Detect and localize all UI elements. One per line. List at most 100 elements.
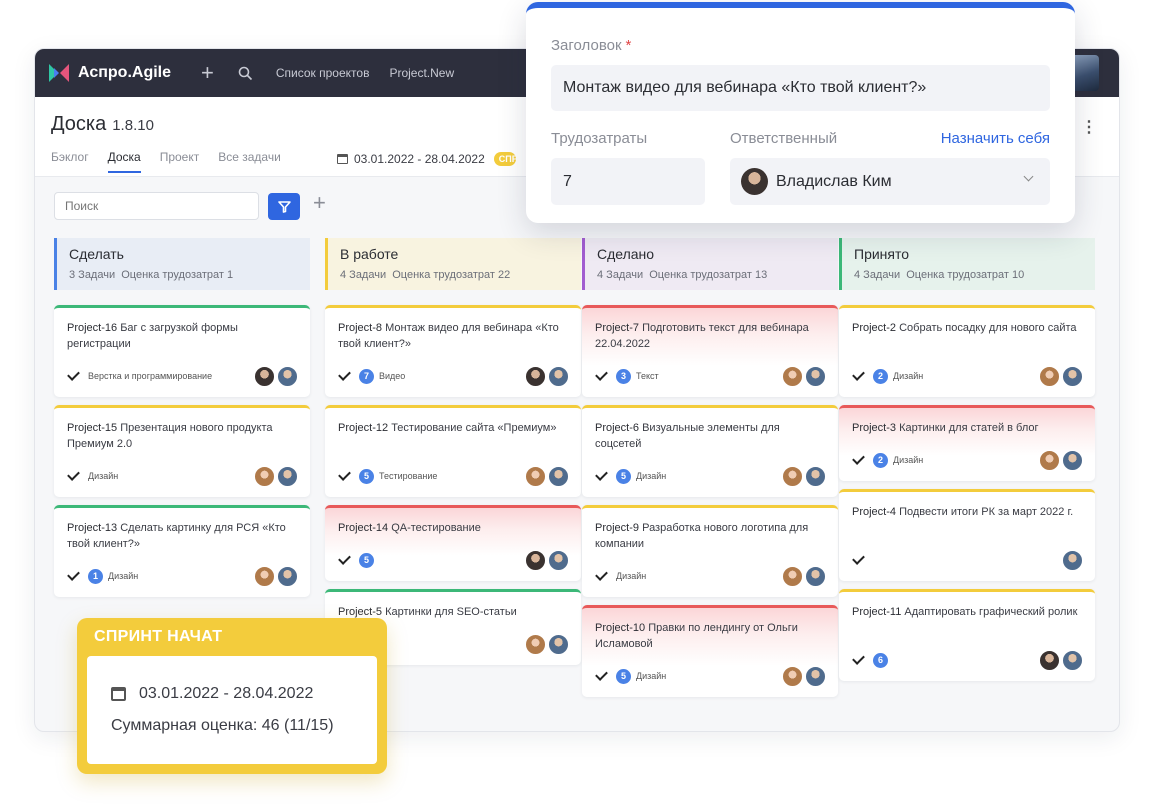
task-id: Project-13 — [67, 522, 118, 534]
avatar[interactable] — [548, 365, 569, 387]
nav-project-new[interactable]: Project.New — [389, 66, 454, 80]
avatar[interactable] — [1062, 649, 1083, 671]
task-card[interactable]: Project-6 Визуальные элементы для соцсет… — [582, 405, 838, 497]
column-title: В работе — [340, 246, 399, 262]
avatar[interactable] — [548, 549, 569, 571]
task-tag: Видео — [379, 371, 406, 381]
avatar[interactable] — [254, 565, 275, 587]
avatar[interactable] — [548, 633, 569, 655]
task-card[interactable]: Project-11 Адаптировать графический роли… — [839, 589, 1095, 681]
search-icon[interactable] — [238, 66, 253, 81]
avatar[interactable] — [805, 565, 826, 587]
avatar[interactable] — [525, 465, 546, 487]
more-options-icon[interactable]: ⋮ — [1081, 117, 1097, 137]
task-card[interactable]: Project-10 Правки по лендингу от Ольги И… — [582, 605, 838, 697]
task-card[interactable]: Project-15 Презентация нового продукта П… — [54, 405, 310, 497]
task-card[interactable]: Project-8 Монтаж видео для вебинара «Кто… — [325, 305, 581, 397]
task-footer: 7 Видео — [337, 365, 569, 387]
avatar[interactable] — [277, 365, 298, 387]
check-icon[interactable] — [852, 652, 865, 665]
task-card[interactable]: Project-14 QA-тестирование 5 — [325, 505, 581, 581]
check-icon[interactable] — [338, 368, 351, 381]
avatar[interactable] — [805, 665, 826, 687]
avatar[interactable] — [1039, 365, 1060, 387]
add-icon[interactable]: + — [201, 62, 214, 84]
add-column-button[interactable]: + — [313, 192, 326, 214]
assign-self-link[interactable]: Назначить себя — [941, 130, 1050, 147]
title-input[interactable]: Монтаж видео для вебинара «Кто твой клие… — [551, 65, 1050, 111]
tab-board[interactable]: Доска — [107, 150, 141, 173]
task-title: Project-3 Картинки для статей в блог — [839, 408, 1095, 436]
tab-all-tasks[interactable]: Все задачи — [218, 150, 281, 173]
estimate-badge: 2 — [873, 452, 888, 468]
avatar[interactable] — [1062, 549, 1083, 571]
task-card[interactable]: Project-12 Тестирование сайта «Премиум» 5… — [325, 405, 581, 497]
page-title-text: Доска — [51, 113, 107, 135]
assignee-avatars — [523, 549, 569, 571]
avatar[interactable] — [782, 465, 803, 487]
check-icon[interactable] — [338, 468, 351, 481]
avatar[interactable] — [254, 465, 275, 487]
avatar[interactable] — [805, 365, 826, 387]
avatar[interactable] — [277, 565, 298, 587]
check-icon[interactable] — [67, 568, 80, 581]
task-card[interactable]: Project-16 Баг с загрузкой формы регистр… — [54, 305, 310, 397]
app-logo[interactable]: Аспро.Agile — [49, 64, 171, 82]
task-id: Project-16 — [67, 322, 118, 334]
task-name: Адаптировать графический ролик — [904, 606, 1078, 618]
assignee-select[interactable]: Владислав Ким — [730, 158, 1050, 205]
task-card[interactable]: Project-13 Сделать картинку для РСЯ «Кто… — [54, 505, 310, 597]
effort-input[interactable]: 7 — [551, 158, 705, 205]
avatar[interactable] — [525, 549, 546, 571]
check-icon[interactable] — [852, 552, 865, 565]
avatar[interactable] — [254, 365, 275, 387]
assignee-avatars — [252, 465, 298, 487]
task-card[interactable]: Project-7 Подготовить текст для вебинара… — [582, 305, 838, 397]
column-header[interactable]: Сделано 4 Задачи Оценка трудозатрат 13 — [582, 238, 838, 290]
nav-projects-list[interactable]: Список проектов — [276, 66, 370, 80]
avatar[interactable] — [548, 465, 569, 487]
column-header[interactable]: Сделать 3 Задачи Оценка трудозатрат 1 — [54, 238, 310, 290]
filter-icon — [277, 200, 291, 213]
check-icon[interactable] — [595, 568, 608, 581]
avatar[interactable] — [782, 665, 803, 687]
task-card[interactable]: Project-3 Картинки для статей в блог 2 Диз… — [839, 405, 1095, 481]
check-icon[interactable] — [595, 668, 608, 681]
task-card[interactable]: Project-2 Собрать посадку для нового сай… — [839, 305, 1095, 397]
avatar[interactable] — [1062, 449, 1083, 471]
avatar[interactable] — [805, 465, 826, 487]
task-card[interactable]: Project-4 Подвести итоги РК за март 2022… — [839, 489, 1095, 581]
task-tag: Текст — [636, 371, 659, 381]
title-input-value: Монтаж видео для вебинара «Кто твой клие… — [563, 79, 927, 96]
avatar[interactable] — [525, 633, 546, 655]
check-icon[interactable] — [595, 368, 608, 381]
filter-button[interactable] — [268, 193, 300, 220]
task-tag: Верстка и программирование — [88, 371, 213, 381]
avatar[interactable] — [782, 365, 803, 387]
check-icon[interactable] — [852, 368, 865, 381]
avatar[interactable] — [1062, 365, 1083, 387]
check-icon[interactable] — [338, 552, 351, 565]
check-icon[interactable] — [852, 452, 865, 465]
avatar[interactable] — [1039, 649, 1060, 671]
avatar[interactable] — [1039, 449, 1060, 471]
task-tag: Дизайн — [636, 671, 667, 681]
avatar[interactable] — [277, 465, 298, 487]
task-footer: Дизайн — [594, 565, 826, 587]
task-id: Project-10 — [595, 622, 646, 634]
avatar[interactable] — [525, 365, 546, 387]
check-icon[interactable] — [67, 368, 80, 381]
task-title: Project-6 Визуальные элементы для соцсет… — [582, 408, 838, 452]
user-avatar[interactable] — [1071, 55, 1099, 91]
assignee-avatars — [252, 365, 298, 387]
column-header[interactable]: В работе 4 Задачи Оценка трудозатрат 22 — [325, 238, 581, 290]
task-footer: 5 Дизайн — [594, 465, 826, 487]
avatar[interactable] — [782, 565, 803, 587]
search-input[interactable] — [54, 192, 259, 220]
task-card[interactable]: Project-9 Разработка нового логотипа для… — [582, 505, 838, 597]
check-icon[interactable] — [595, 468, 608, 481]
column-header[interactable]: Принято 4 Задачи Оценка трудозатрат 10 — [839, 238, 1095, 290]
check-icon[interactable] — [67, 468, 80, 481]
tab-project[interactable]: Проект — [160, 150, 200, 173]
tab-backlog[interactable]: Бэклог — [51, 150, 89, 173]
